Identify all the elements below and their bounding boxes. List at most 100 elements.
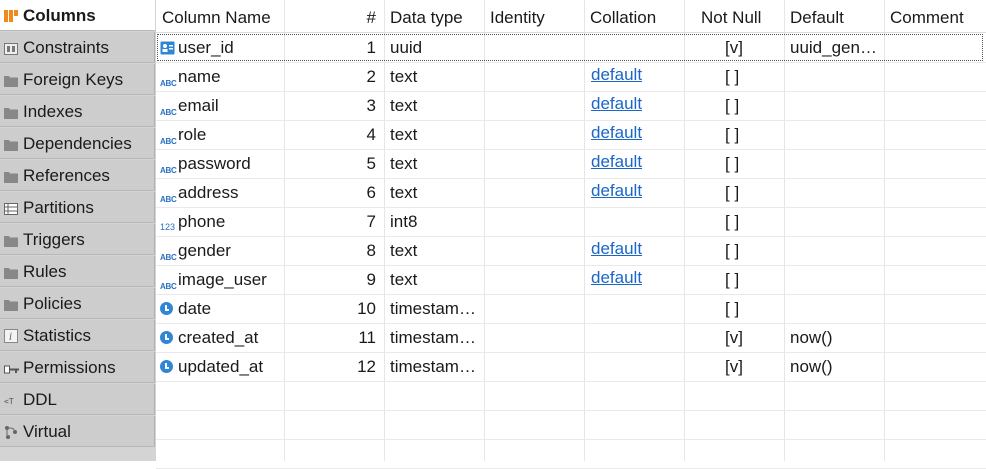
- column-name-cell: role: [178, 125, 207, 144]
- not-null-checkbox[interactable]: [ ]: [725, 149, 765, 178]
- column-header-identity[interactable]: Identity: [484, 0, 584, 33]
- tab-strip: Columns Constraints Foreign Keys Indexes Dep…: [0, 0, 156, 461]
- collation-link[interactable]: default: [591, 62, 681, 91]
- column-name-cell: email: [178, 96, 219, 115]
- data-type-cell: timestam…: [390, 299, 476, 318]
- column-header-num[interactable]: #: [284, 0, 384, 33]
- tab-dependencies[interactable]: Dependencies: [0, 128, 155, 159]
- header-label: Data type: [390, 8, 463, 27]
- column-header-data-type[interactable]: Data type: [384, 0, 484, 33]
- column-name-cell: updated_at: [178, 357, 264, 376]
- tab-label: Partitions: [23, 198, 94, 217]
- svg-text:<T: <T: [4, 397, 14, 406]
- collation-link[interactable]: default: [591, 178, 681, 207]
- tab-label: DDL: [23, 390, 58, 409]
- clock-icon: [160, 360, 176, 374]
- header-label: Column Name: [162, 8, 271, 27]
- column-header-collation[interactable]: Collation: [584, 0, 684, 33]
- data-type-cell: text: [390, 67, 418, 86]
- table-row[interactable]: 123 phone 7 int8 [ ]: [156, 207, 986, 236]
- tab-label: Policies: [23, 294, 82, 313]
- collation-link[interactable]: default: [591, 120, 681, 149]
- tab-label: Indexes: [23, 102, 83, 121]
- collation-link[interactable]: default: [591, 91, 681, 120]
- abc-text-icon: ABC: [160, 137, 177, 146]
- not-null-checkbox[interactable]: [ ]: [725, 294, 765, 323]
- table-row[interactable]: ABC name 2 text default [ ]: [156, 62, 986, 91]
- tab-references[interactable]: References: [0, 160, 155, 191]
- collation-link[interactable]: default: [591, 265, 681, 294]
- folder-icon: [4, 72, 18, 87]
- numeric-123-icon: 123: [160, 222, 176, 232]
- not-null-checkbox[interactable]: [v]: [725, 323, 765, 352]
- ddl-icon: <T: [4, 392, 18, 406]
- selected-row-focus: [157, 34, 983, 61]
- tab-label: Constraints: [23, 38, 109, 57]
- abc-text-icon: ABC: [160, 253, 177, 262]
- default-value-cell: now(): [790, 328, 833, 347]
- tab-statistics[interactable]: i Statistics: [0, 320, 155, 351]
- tab-label: Columns: [23, 6, 96, 25]
- column-number-cell: 10: [357, 299, 376, 318]
- column-header-name[interactable]: Column Name: [156, 0, 284, 33]
- folder-icon: [4, 168, 18, 183]
- column-header-comment[interactable]: Comment: [884, 0, 986, 33]
- folder-icon: [4, 104, 18, 119]
- table-row[interactable]: ABC password 5 text default [ ]: [156, 149, 986, 178]
- not-null-checkbox[interactable]: [ ]: [725, 91, 765, 120]
- tab-permissions[interactable]: Permissions: [0, 352, 155, 383]
- column-number-cell: 6: [366, 183, 376, 202]
- header-label: Comment: [890, 8, 964, 27]
- table-row[interactable]: ABC address 6 text default [ ]: [156, 178, 986, 207]
- data-type-cell: timestam…: [390, 357, 476, 376]
- tab-ddl[interactable]: <T DDL: [0, 384, 155, 415]
- tab-columns[interactable]: Columns: [0, 0, 155, 31]
- table-row[interactable]: date 10 timestam… [ ]: [156, 294, 986, 323]
- column-number-cell: 5: [366, 154, 376, 173]
- table-row[interactable]: ABC gender 8 text default [ ]: [156, 236, 986, 265]
- virtual-icon: [4, 424, 18, 439]
- svg-text:i: i: [9, 332, 12, 343]
- not-null-checkbox[interactable]: [ ]: [725, 62, 765, 91]
- tab-label: Permissions: [23, 358, 116, 377]
- key-icon: [4, 360, 19, 374]
- header-label: Not Null: [701, 8, 762, 27]
- collation-link[interactable]: default: [591, 236, 681, 265]
- folder-icon: [4, 232, 18, 247]
- not-null-checkbox[interactable]: [v]: [725, 352, 765, 381]
- data-type-cell: text: [390, 183, 418, 202]
- column-number-cell: 9: [366, 270, 376, 289]
- table-row[interactable]: ABC email 3 text default [ ]: [156, 91, 986, 120]
- not-null-checkbox[interactable]: [ ]: [725, 178, 765, 207]
- header-label: Collation: [590, 8, 657, 27]
- collation-link[interactable]: default: [591, 149, 681, 178]
- tab-virtual[interactable]: Virtual: [0, 416, 155, 447]
- not-null-checkbox[interactable]: [ ]: [725, 120, 765, 149]
- not-null-checkbox[interactable]: [ ]: [725, 207, 765, 236]
- columns-grid: Column Name # Data type Identity Collati…: [156, 0, 986, 469]
- table-row[interactable]: created_at 11 timestam… [v] now(): [156, 323, 986, 352]
- tab-label: Statistics: [23, 326, 92, 345]
- tab-partitions[interactable]: Partitions: [0, 192, 155, 223]
- abc-text-icon: ABC: [160, 108, 177, 117]
- abc-text-icon: ABC: [160, 166, 177, 175]
- data-type-cell: timestam…: [390, 328, 476, 347]
- tab-triggers[interactable]: Triggers: [0, 224, 155, 255]
- tab-indexes[interactable]: Indexes: [0, 96, 155, 127]
- tab-constraints[interactable]: Constraints: [0, 32, 155, 63]
- abc-text-icon: ABC: [160, 79, 177, 88]
- column-header-not-null[interactable]: Not Null: [684, 0, 784, 33]
- table-row[interactable]: ABC image_user 9 text default [ ]: [156, 265, 986, 294]
- table-row[interactable]: updated_at 12 timestam… [v] now(): [156, 352, 986, 381]
- column-name-cell: name: [178, 67, 221, 86]
- column-header-default[interactable]: Default: [784, 0, 884, 33]
- column-name-cell: created_at: [178, 328, 259, 347]
- data-type-cell: text: [390, 241, 418, 260]
- not-null-checkbox[interactable]: [ ]: [725, 265, 765, 294]
- tab-policies[interactable]: Policies: [0, 288, 155, 319]
- data-type-cell: text: [390, 270, 418, 289]
- table-row[interactable]: ABC role 4 text default [ ]: [156, 120, 986, 149]
- not-null-checkbox[interactable]: [ ]: [725, 236, 765, 265]
- tab-rules[interactable]: Rules: [0, 256, 155, 287]
- tab-foreign-keys[interactable]: Foreign Keys: [0, 64, 155, 95]
